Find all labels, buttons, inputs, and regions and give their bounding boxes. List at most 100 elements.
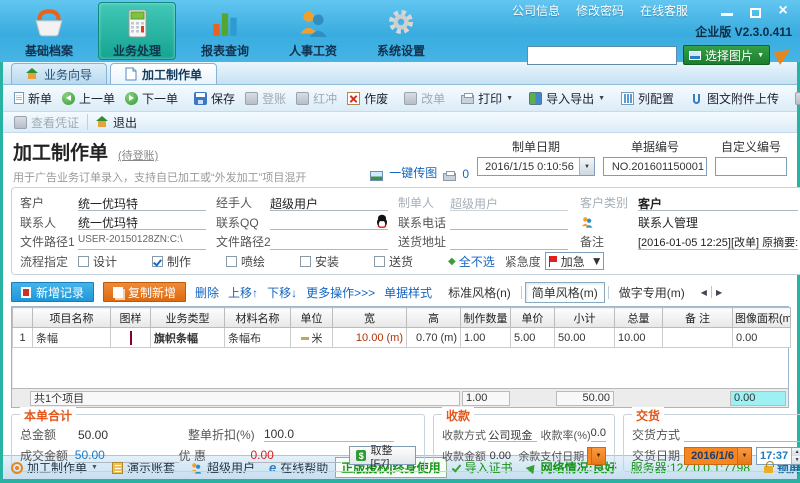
toolbar-void[interactable]: 作废 <box>342 88 393 109</box>
toolbar-print[interactable]: 打印▼ <box>456 88 518 109</box>
toolbar-modify[interactable]: 改单 <box>399 88 450 109</box>
delivery-address-field[interactable] <box>450 234 568 250</box>
flow-check-spray[interactable]: 喷绘 <box>226 253 300 270</box>
style-tab-standard[interactable]: 标准风格(n) <box>441 282 518 303</box>
cell-price[interactable]: 5.00 <box>511 328 555 348</box>
flow-check-design[interactable]: 设计 <box>78 253 152 270</box>
move-down-link[interactable]: 下移↓ <box>267 284 297 301</box>
payment-rate-field[interactable]: 0.0 <box>591 427 606 442</box>
col-header[interactable]: 制作数量 <box>461 308 511 328</box>
custom-number-field[interactable] <box>715 157 787 176</box>
toolbar-copy-order[interactable]: 复制本单 <box>790 88 800 109</box>
delivery-date-combobox[interactable]: 2016/1/6 ▼ <box>684 447 752 465</box>
qq-field[interactable] <box>270 214 388 230</box>
copy-add-button[interactable]: 复制新增 <box>103 282 186 302</box>
contact-field[interactable]: 统一优玛特 <box>78 214 206 230</box>
dropdown-arrow-icon[interactable]: ▼ <box>591 254 603 268</box>
toolbar-new[interactable]: 新单 <box>9 88 57 109</box>
nav-business[interactable]: 业务处理 <box>98 2 176 60</box>
cell-total[interactable]: 10.00 <box>615 328 663 348</box>
order-number-field[interactable]: NO.201601150001 <box>603 157 707 176</box>
cell-business-type[interactable]: 旗帜条幅 <box>151 328 225 348</box>
delete-link[interactable]: 删除 <box>195 284 219 301</box>
flow-check-deliver[interactable]: 送货 <box>374 253 448 270</box>
discount-field[interactable]: 100.0 <box>264 427 394 442</box>
dropdown-arrow-icon[interactable]: ▼ <box>737 448 751 464</box>
change-password-link[interactable]: 修改密码 <box>576 2 624 19</box>
toolbar-save[interactable]: 保存 <box>189 88 240 109</box>
col-header[interactable]: 备 注 <box>663 308 733 328</box>
col-header[interactable]: 单位 <box>291 308 333 328</box>
spin-up-icon[interactable]: ▲ <box>792 448 800 456</box>
cell-note[interactable] <box>663 328 733 348</box>
delivery-time-spinner[interactable]: 17:37 ▲ ▼ <box>756 447 800 465</box>
col-header[interactable]: 项目名称 <box>33 308 111 328</box>
close-button[interactable]: × <box>774 4 792 18</box>
select-none-link[interactable]: 全不选 <box>459 253 495 270</box>
cell-subtotal[interactable]: 50.00 <box>555 328 615 348</box>
qq-penguin-icon[interactable] <box>376 214 388 230</box>
nav-basic-files[interactable]: 基础档案 <box>10 2 88 60</box>
one-key-upload-link[interactable]: 一键传图 <box>389 164 437 181</box>
nav-hr-payroll[interactable]: 人事工资 <box>274 2 352 60</box>
toolbar-attachment-upload[interactable]: 图文附件上传 <box>685 88 784 109</box>
nav-reports[interactable]: 报表查询 <box>186 2 264 60</box>
spin-down-icon[interactable]: ▼ <box>792 456 800 464</box>
col-header[interactable]: 宽 <box>333 308 407 328</box>
tab-production-order[interactable]: 加工制作单 <box>110 63 217 84</box>
flow-check-install[interactable]: 安装 <box>300 253 374 270</box>
sample-thumbnail[interactable] <box>130 331 132 345</box>
flow-check-make[interactable]: 制作 <box>152 253 226 270</box>
cell-unit[interactable]: 米 <box>291 328 333 348</box>
toolbar-next[interactable]: 下一单 <box>120 88 183 109</box>
pager-left-icon[interactable]: ◀ <box>701 288 707 297</box>
tab-business-wizard[interactable]: 业务向导 <box>11 63 107 84</box>
move-up-link[interactable]: 上移↑ <box>228 284 258 301</box>
toolbar-column-config[interactable]: 列配置 <box>616 88 679 109</box>
select-image-button[interactable]: 选择图片 ▼ <box>683 45 770 65</box>
file-path1-field[interactable]: USER-20150128ZN:C:\ <box>78 234 206 250</box>
deal-amount-field[interactable]: 50.00 <box>75 448 179 463</box>
style-tab-simple[interactable]: 简单风格(m) <box>525 282 605 303</box>
online-service-link[interactable]: 在线客服 <box>640 2 688 19</box>
col-header[interactable]: 图像面积(m2) <box>733 308 791 328</box>
toolbar-prev[interactable]: 上一单 <box>57 88 120 109</box>
dropdown-arrow-icon[interactable]: ▼ <box>579 158 594 175</box>
col-header[interactable]: 业务类型 <box>151 308 225 328</box>
pager-right-icon[interactable]: ▶ <box>716 288 722 297</box>
style-tab-lettering[interactable]: 做字专用(m) <box>612 282 692 303</box>
customer-field[interactable]: 统一优玛特 <box>78 195 206 211</box>
toolbar-import-export[interactable]: 导入导出▼ <box>524 88 610 109</box>
nav-settings[interactable]: 系统设置 <box>362 2 440 60</box>
payment-method-field[interactable]: 公司现金 <box>488 427 536 442</box>
customer-type-field[interactable]: 客户 <box>638 195 798 211</box>
add-record-button[interactable]: 新增记录 <box>11 282 94 302</box>
more-actions-link[interactable]: 更多操作>>> <box>306 284 375 301</box>
phone-field[interactable] <box>450 214 568 230</box>
toolbar-view-voucher[interactable]: 查看凭证 <box>9 112 84 133</box>
toolbar-exit[interactable]: 退出 <box>91 112 142 133</box>
cell-qty[interactable]: 1.00 <box>461 328 511 348</box>
delivery-method-field[interactable] <box>684 427 800 442</box>
contact-manager-link[interactable]: 联系人管理 <box>638 214 798 230</box>
note-field[interactable]: [2016-01-05 12:25][改单] 原摘要: <box>638 234 798 250</box>
image-path-input[interactable] <box>527 46 677 65</box>
col-header[interactable]: 小计 <box>555 308 615 328</box>
round-button[interactable]: $ 取整[F7] <box>349 446 416 465</box>
table-row[interactable]: 1 条幅 旗帜条幅 条幅布 米 10.00 (m) 0.70 (m) 1.00 … <box>13 328 791 348</box>
minimize-button[interactable] <box>718 4 736 18</box>
company-info-link[interactable]: 公司信息 <box>512 2 560 19</box>
handler-field[interactable]: 超级用户 <box>270 195 388 211</box>
doc-style-link[interactable]: 单据样式 <box>384 284 432 301</box>
cell-material[interactable]: 条幅布 <box>225 328 291 348</box>
cell-area[interactable]: 0.00 <box>733 328 791 348</box>
grid-empty-area[interactable] <box>12 348 788 388</box>
order-date-combobox[interactable]: 2016/1/15 0:10:56 ▼ <box>477 157 595 176</box>
col-header[interactable]: 材料名称 <box>225 308 291 328</box>
off-field[interactable]: 0.00 <box>250 448 341 463</box>
cell-height[interactable]: 0.70 (m) <box>407 328 461 348</box>
urgency-combobox[interactable]: 加急 ▼ <box>545 252 604 270</box>
cell-item-name[interactable]: 条幅 <box>33 328 111 348</box>
toolbar-post[interactable]: 登账 <box>240 88 291 109</box>
col-header[interactable]: 单价 <box>511 308 555 328</box>
